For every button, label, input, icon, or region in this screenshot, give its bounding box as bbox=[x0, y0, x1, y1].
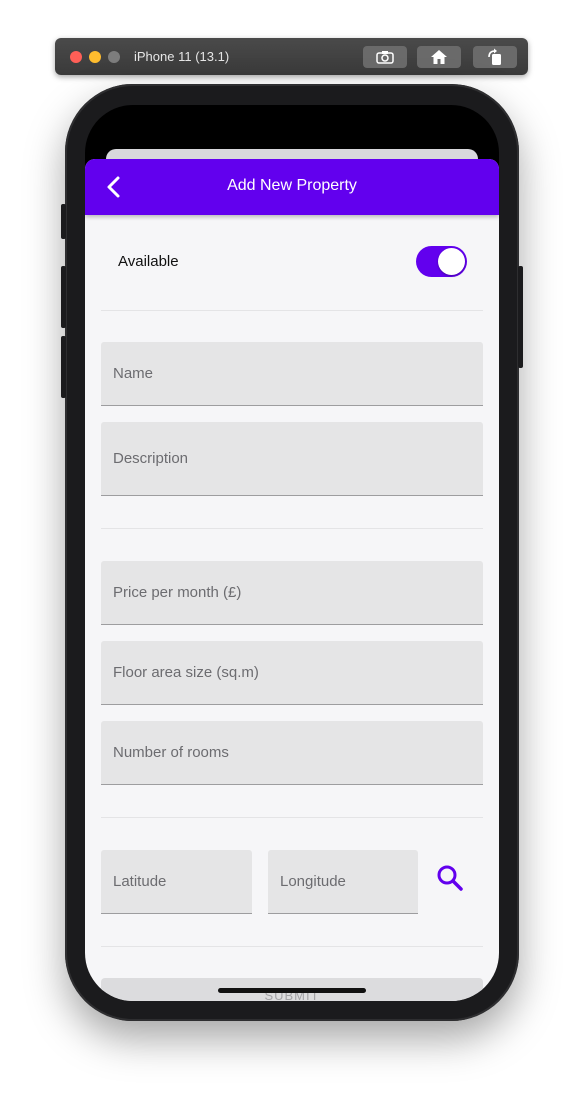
screenshot-button[interactable] bbox=[363, 46, 407, 68]
floor-area-field[interactable] bbox=[101, 641, 483, 705]
rooms-field[interactable] bbox=[101, 721, 483, 785]
floor-area-input[interactable] bbox=[101, 641, 483, 704]
notch bbox=[177, 105, 407, 138]
home-button[interactable] bbox=[417, 46, 461, 68]
available-row: Available bbox=[85, 239, 499, 279]
power-button bbox=[518, 266, 523, 368]
simulator-toolbar: iPhone 11 (13.1) bbox=[55, 38, 528, 75]
mute-switch bbox=[61, 204, 66, 239]
longitude-field[interactable] bbox=[268, 850, 418, 914]
device-screen: Add New Property Available Name Descript… bbox=[85, 105, 499, 1001]
price-input[interactable] bbox=[101, 561, 483, 624]
rotate-button[interactable] bbox=[473, 46, 517, 68]
divider bbox=[101, 817, 483, 818]
zoom-window-button[interactable] bbox=[108, 51, 120, 63]
description-field[interactable] bbox=[101, 422, 483, 496]
minimize-window-button[interactable] bbox=[89, 51, 101, 63]
volume-down-button bbox=[61, 336, 66, 398]
divider bbox=[101, 310, 483, 311]
available-toggle[interactable] bbox=[416, 246, 467, 277]
price-field[interactable] bbox=[101, 561, 483, 625]
longitude-input[interactable] bbox=[268, 850, 418, 913]
rooms-input[interactable] bbox=[101, 721, 483, 784]
home-indicator bbox=[218, 988, 366, 993]
page-title: Add New Property bbox=[227, 177, 357, 194]
divider bbox=[101, 946, 483, 947]
home-icon bbox=[431, 50, 447, 64]
name-input[interactable] bbox=[101, 342, 483, 405]
latitude-input[interactable] bbox=[101, 850, 252, 913]
search-icon[interactable] bbox=[433, 861, 469, 897]
description-input[interactable] bbox=[101, 422, 483, 495]
simulator-title: iPhone 11 (13.1) bbox=[134, 49, 230, 64]
divider bbox=[101, 528, 483, 529]
volume-up-button bbox=[61, 266, 66, 328]
latitude-field[interactable] bbox=[101, 850, 252, 914]
add-property-sheet: Add New Property Available Name Descript… bbox=[85, 159, 499, 1001]
app-bar: Add New Property bbox=[85, 159, 499, 215]
screenshot-icon bbox=[376, 51, 394, 64]
close-window-button[interactable] bbox=[70, 51, 82, 63]
toggle-knob bbox=[438, 248, 465, 275]
name-field[interactable] bbox=[101, 342, 483, 406]
rotate-icon bbox=[488, 48, 501, 65]
available-label: Available bbox=[118, 253, 179, 270]
